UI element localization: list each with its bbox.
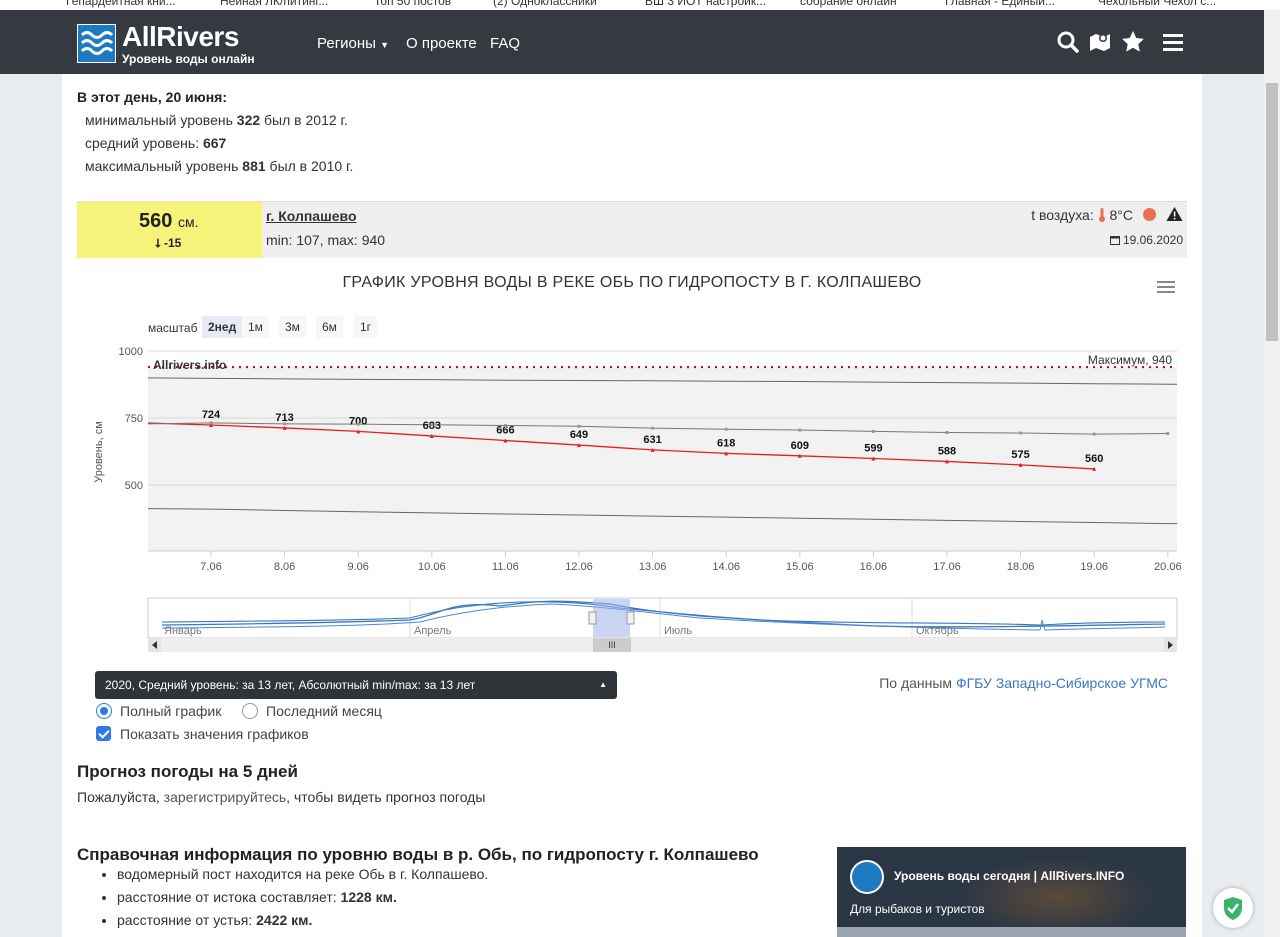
bookmark[interactable]: Нейная ЛК/питинг... bbox=[220, 0, 328, 8]
show-values-checkbox[interactable] bbox=[96, 726, 111, 741]
promo-subtitle: Для рыбаков и туристов bbox=[850, 902, 985, 916]
station-name-link[interactable]: г. Колпашево bbox=[266, 208, 357, 224]
bookmark[interactable]: Чехольный Чехол с... bbox=[1098, 0, 1216, 8]
today-avg: средний уровень: 667 bbox=[85, 135, 227, 151]
today-max: максимальный уровень 881 был в 2010 г. bbox=[85, 158, 354, 174]
nav-regions[interactable]: Регионы ▼ bbox=[317, 35, 389, 52]
chart-menu-icon[interactable] bbox=[1157, 281, 1175, 295]
top-navbar: AllRivers Уровень воды онлайн Регионы ▼ … bbox=[0, 10, 1264, 74]
bookmark[interactable]: собрание онлайн bbox=[800, 0, 897, 8]
star-icon[interactable] bbox=[1121, 30, 1145, 54]
radio-full-chart[interactable] bbox=[96, 703, 112, 719]
weather-text: Пожалуйста, зарегистрируйтесь, чтобы вид… bbox=[77, 789, 486, 805]
caret-down-icon: ▼ bbox=[380, 40, 390, 50]
thermometer-icon bbox=[1098, 208, 1105, 222]
promo-logo-icon bbox=[850, 860, 884, 894]
show-values-label[interactable]: Показать значения графиков bbox=[120, 726, 309, 742]
bookmark[interactable]: ВШ 3 ИОТ настройк... bbox=[645, 0, 766, 8]
air-temperature: t воздуха: 8°C bbox=[1031, 207, 1133, 223]
bookmark[interactable]: Топ 50 постов bbox=[374, 0, 451, 8]
zoom-1y-button[interactable]: 1г bbox=[354, 316, 378, 338]
station-date: 19.06.2020 bbox=[1109, 233, 1183, 247]
radio-full-chart-label[interactable]: Полный график bbox=[120, 703, 221, 719]
logo-title[interactable]: AllRivers bbox=[122, 21, 239, 53]
radio-last-month-label[interactable]: Последний месяц bbox=[266, 703, 382, 719]
level-change: ⭣ -15 bbox=[155, 236, 182, 250]
station-row: 560 см. ⭣ -15 г. Колпашево min: 107, max… bbox=[77, 201, 1187, 258]
current-level: 560 см. bbox=[139, 210, 199, 232]
weather-title: Прогноз погоды на 5 дней bbox=[77, 762, 298, 781]
info-list: водомерный пост находится на реке Обь в … bbox=[77, 866, 488, 935]
source-link[interactable]: ФГБУ Западно-Сибирское УГМС bbox=[956, 675, 1168, 691]
promo-video[interactable]: Уровень воды сегодня | AllRivers.INFO Дл… bbox=[837, 847, 1186, 937]
zoom-label: масштаб bbox=[148, 321, 198, 335]
bookmark[interactable]: (2) Одноклассники bbox=[493, 0, 597, 8]
station-minmax: min: 107, max: 940 bbox=[266, 232, 386, 248]
list-item: водомерный пост находится на реке Обь в … bbox=[117, 866, 488, 889]
list-item: расстояние от устья: 2422 км. bbox=[117, 912, 488, 935]
calendar-icon bbox=[1109, 236, 1120, 245]
series-select[interactable]: 2020, Средний уровень: за 13 лет, Абсолю… bbox=[95, 671, 617, 699]
map-icon[interactable] bbox=[1088, 30, 1112, 54]
nav-about[interactable]: О проекте bbox=[406, 35, 477, 52]
logo-icon[interactable] bbox=[77, 24, 116, 63]
caret-up-icon: ▲ bbox=[599, 680, 607, 689]
zoom-6m-button[interactable]: 6м bbox=[316, 316, 343, 338]
bookmark[interactable]: Гепардейтная кни... bbox=[66, 0, 176, 8]
chart-title: ГРАФИК УРОВНЯ ВОДЫ В РЕКЕ ОБЬ ПО ГИДРОПО… bbox=[342, 274, 922, 291]
current-level-box: 560 см. ⭣ -15 bbox=[77, 202, 262, 258]
radio-last-month[interactable] bbox=[242, 703, 258, 719]
list-item: расстояние от истока составляет: 1228 км… bbox=[117, 889, 488, 912]
zoom-3m-button[interactable]: 3м bbox=[279, 316, 306, 338]
logo-subtitle: Уровень воды онлайн bbox=[122, 52, 255, 66]
bookmark[interactable]: Главная - Единый... bbox=[945, 0, 1055, 8]
warning-icon[interactable] bbox=[1166, 206, 1183, 222]
bookmarks-bar: Гепардейтная кни... Нейная ЛК/питинг... … bbox=[0, 0, 1280, 10]
data-source: По данным ФГБУ Западно-Сибирское УГМС bbox=[879, 675, 1168, 691]
today-title: В этот день, 20 июня: bbox=[77, 89, 227, 105]
zoom-2w-button[interactable]: 2нед bbox=[202, 316, 243, 338]
page-scrollbar[interactable] bbox=[1264, 10, 1280, 937]
promo-title: Уровень воды сегодня | AllRivers.INFO bbox=[894, 869, 1125, 883]
today-min: минимальный уровень 322 был в 2012 г. bbox=[85, 112, 348, 128]
status-dot-icon bbox=[1143, 208, 1156, 221]
zoom-1m-button[interactable]: 1м bbox=[242, 316, 269, 338]
register-link[interactable]: зарегистрируйтесь bbox=[164, 789, 287, 805]
nav-faq[interactable]: FAQ bbox=[490, 35, 520, 52]
menu-icon[interactable] bbox=[1161, 30, 1185, 54]
search-icon[interactable] bbox=[1056, 30, 1080, 54]
shield-icon[interactable] bbox=[1213, 888, 1253, 928]
info-title: Справочная информация по уровню воды в р… bbox=[77, 845, 759, 864]
